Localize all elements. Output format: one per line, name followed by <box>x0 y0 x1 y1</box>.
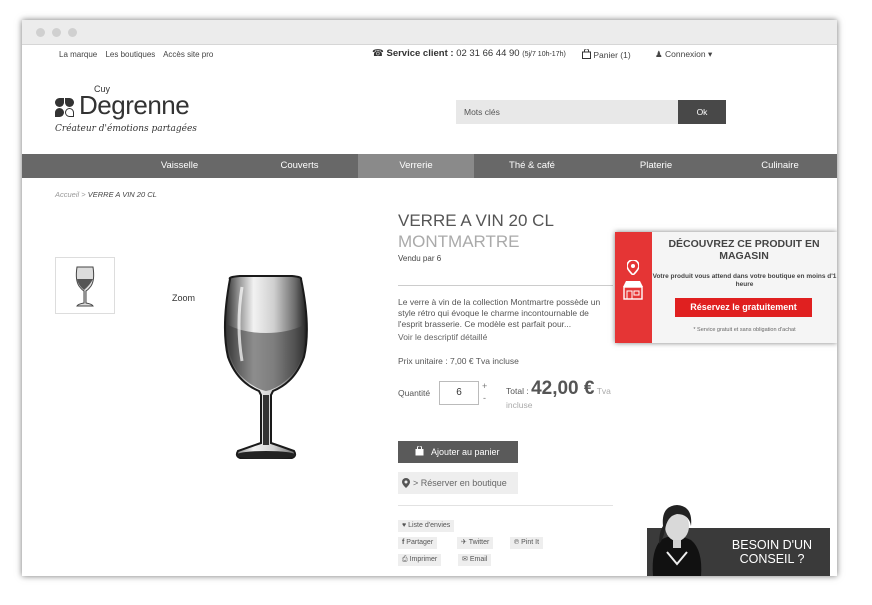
product-thumbnail[interactable] <box>55 257 115 314</box>
nav-item-verrerie[interactable]: Verrerie <box>358 154 474 178</box>
logo-mark-icon <box>55 98 75 118</box>
printer-icon: ⎙ <box>402 556 408 563</box>
print-label: Imprimer <box>409 556 438 563</box>
description-link[interactable]: Voir le descriptif détaillé <box>398 332 487 342</box>
nav-item-culinaire[interactable]: Culinaire <box>722 154 837 178</box>
divider <box>398 285 613 286</box>
quantity-minus-button[interactable]: - <box>483 393 486 403</box>
product-pack: Vendu par 6 <box>398 254 442 263</box>
top-link-pro[interactable]: Accès site pro <box>163 50 213 59</box>
breadcrumb-separator: > <box>81 190 86 199</box>
total-tva: Tva <box>596 386 611 396</box>
logo-brand: Degrenne <box>79 90 190 120</box>
browser-titlebar <box>22 20 837 45</box>
service-phone: 02 31 66 44 90 <box>456 48 520 59</box>
bag-icon <box>415 446 424 456</box>
wishlist-button[interactable]: ♥ Liste d'envies <box>398 520 455 532</box>
print-button[interactable]: ⎙ Imprimer <box>398 554 442 566</box>
service-client[interactable]: ☎ Service client : 02 31 66 44 90 (5j/7 … <box>372 48 566 59</box>
add-to-cart-button[interactable]: Ajouter au panier <box>398 441 518 463</box>
wine-glass-thumbnail-image <box>75 266 95 307</box>
breadcrumb: Accueil > VERRE A VIN 20 CL <box>55 190 157 199</box>
add-to-cart-label: Ajouter au panier <box>431 447 500 457</box>
total-incl: incluse <box>506 400 533 410</box>
nav-item-vaisselle[interactable]: Vaisselle <box>122 154 237 178</box>
login-menu[interactable]: ♟ Connexion ▾ <box>655 49 712 60</box>
quantity-input[interactable]: 6 <box>439 381 479 405</box>
cart-bag-icon <box>582 48 591 59</box>
share-twitter-button[interactable]: ✈ Twitter <box>457 537 494 549</box>
map-pin-icon <box>402 478 410 488</box>
advice-text: BESOIN D'UN CONSEIL ? <box>731 538 813 566</box>
search-box <box>456 100 678 124</box>
nav-item-couverts[interactable]: Couverts <box>242 154 357 178</box>
breadcrumb-home[interactable]: Accueil <box>55 190 79 199</box>
nav-item-the-cafe[interactable]: Thé & café <box>474 154 590 178</box>
share-label: Partager <box>406 539 434 546</box>
search-input[interactable] <box>456 100 672 124</box>
cart-label: Panier (1) <box>593 50 631 60</box>
unit-price: Prix unitaire : 7,00 € Tva incluse <box>398 356 519 366</box>
service-hours: (5j/7 10h-17h) <box>522 51 566 58</box>
phone-icon: ☎ <box>372 48 384 59</box>
user-icon: ♟ <box>655 49 663 59</box>
advisor-photo <box>652 505 702 576</box>
share-pinterest-button[interactable]: ℗ Pint It <box>510 537 544 549</box>
twitter-icon: ✈ <box>461 539 467 546</box>
popup-heading: DÉCOUVREZ CE PRODUIT EN MAGASIN <box>668 238 820 262</box>
wine-glass-main-image[interactable] <box>170 265 360 475</box>
window-close-dot[interactable] <box>36 28 45 37</box>
top-links: La marque Les boutiques Accès site pro <box>59 50 219 59</box>
storefront-icon <box>623 281 643 300</box>
share-facebook-button[interactable]: f Partager <box>398 537 438 549</box>
search-ok-button[interactable]: Ok <box>678 100 726 124</box>
service-label: Service client : <box>386 48 454 59</box>
total-amount: 42,00 € <box>531 378 595 399</box>
top-bar: La marque Les boutiques Accès site pro ☎… <box>22 44 837 66</box>
chevron-down-icon: ▾ <box>708 49 713 59</box>
twitter-label: Twitter <box>468 539 490 546</box>
login-label: Connexion <box>665 49 706 59</box>
product-collection: MONTMARTRE <box>398 232 520 251</box>
pinterest-icon: ℗ <box>514 539 520 546</box>
popup-red-band <box>615 232 652 343</box>
nav-item-platerie[interactable]: Platerie <box>598 154 714 178</box>
reserve-in-store-button[interactable]: > Réserver en boutique <box>398 472 518 494</box>
email-button[interactable]: ✉ Email <box>458 554 492 566</box>
top-link-boutiques[interactable]: Les boutiques <box>105 50 155 59</box>
total-label: Total : <box>506 386 529 396</box>
facebook-icon: f <box>402 539 405 546</box>
location-pin-icon <box>627 260 639 275</box>
browser-window: La marque Les boutiques Accès site pro ☎… <box>22 20 837 576</box>
heart-icon: ♥ <box>402 522 407 529</box>
quantity-label: Quantité <box>398 388 431 398</box>
quantity-plus-button[interactable]: + <box>482 381 487 391</box>
window-minimize-dot[interactable] <box>52 28 61 37</box>
email-label: Email <box>469 556 488 563</box>
wishlist-label: Liste d'envies <box>408 522 451 529</box>
reserve-label: > Réserver en boutique <box>413 478 507 488</box>
pinterest-label: Pint It <box>521 539 540 546</box>
product-title: VERRE A VIN 20 CL <box>398 211 554 230</box>
breadcrumb-current: VERRE A VIN 20 CL <box>87 190 157 199</box>
divider <box>398 505 613 506</box>
top-link-marque[interactable]: La marque <box>59 50 97 59</box>
cart-link[interactable]: Panier (1) <box>582 48 631 60</box>
store-reservation-popup: DÉCOUVREZ CE PRODUIT EN MAGASIN Votre pr… <box>615 232 837 343</box>
envelope-icon: ✉ <box>462 556 468 563</box>
popup-message: Votre produit vous attend dans votre bou… <box>652 273 837 288</box>
advice-chat-widget[interactable]: BESOIN D'UN CONSEIL ? <box>647 500 830 576</box>
total-price: Total : 42,00 € Tva incluse <box>506 378 611 410</box>
window-maximize-dot[interactable] <box>68 28 77 37</box>
reserve-free-button[interactable]: Réservez le gratuitement <box>675 298 812 317</box>
logo-tagline: Créateur d'émotions partagées <box>55 124 197 134</box>
main-nav: Vaisselle Couverts Verrerie Thé & café P… <box>22 154 837 178</box>
product-description: Le verre à vin de la collection Montmart… <box>398 297 601 329</box>
popup-note: * Service gratuit et sans obligation d'a… <box>693 327 796 333</box>
